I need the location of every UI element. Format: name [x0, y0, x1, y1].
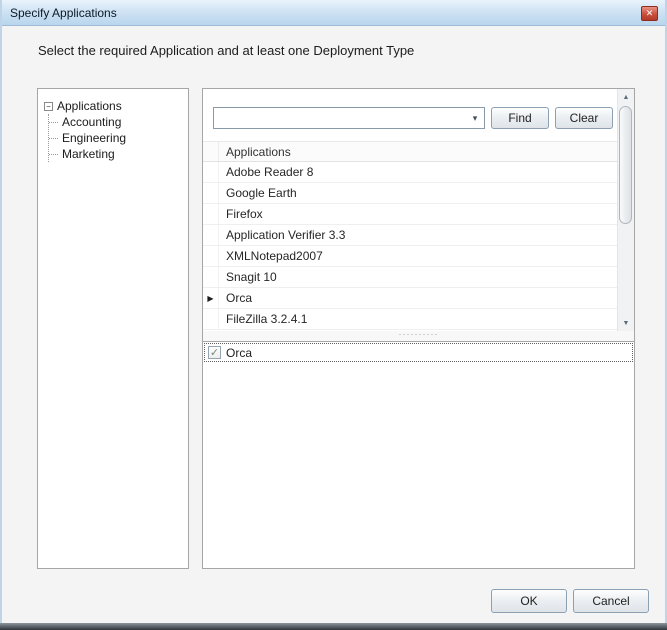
- row-selector-cell: [203, 162, 219, 182]
- scroll-down-icon[interactable]: ▼: [618, 315, 634, 331]
- chevron-down-icon[interactable]: ▾: [466, 108, 484, 128]
- tree-connector-line: [49, 154, 58, 155]
- grid-row[interactable]: Firefox: [203, 204, 617, 225]
- application-name: Orca: [219, 288, 252, 308]
- application-name: Adobe Reader 8: [219, 162, 313, 182]
- row-selector-cell: [203, 309, 219, 329]
- tree-root-node[interactable]: − Applications: [44, 98, 182, 114]
- grid-row[interactable]: Adobe Reader 8: [203, 162, 617, 183]
- selected-item-label: Orca: [226, 346, 252, 360]
- grid-body: Adobe Reader 8Google EarthFirefoxApplica…: [203, 162, 617, 330]
- tree-connector-line: [49, 122, 58, 123]
- collapse-icon[interactable]: −: [44, 102, 53, 111]
- ok-button[interactable]: OK: [491, 589, 567, 613]
- tree-item-label: Engineering: [62, 131, 126, 145]
- row-selector-cell: [203, 225, 219, 245]
- grid-row[interactable]: Snagit 10: [203, 267, 617, 288]
- row-selector-icon: ▶: [203, 288, 219, 308]
- grid-row[interactable]: Google Earth: [203, 183, 617, 204]
- application-name: Firefox: [219, 204, 263, 224]
- grid-row[interactable]: Application Verifier 3.3: [203, 225, 617, 246]
- tree-panel: − Applications Accounting Engineering Mark…: [37, 88, 189, 569]
- selected-list-item[interactable]: ✓ Orca: [204, 343, 633, 362]
- tree-connector-line: [49, 138, 58, 139]
- cancel-button[interactable]: Cancel: [573, 589, 649, 613]
- grid-row[interactable]: FileZilla 3.2.4.1: [203, 309, 617, 330]
- grid-header: Applications: [203, 141, 617, 162]
- checkbox-icon[interactable]: ✓: [208, 346, 221, 359]
- search-combo[interactable]: ▾: [213, 107, 485, 129]
- tree-root-label: Applications: [57, 99, 122, 113]
- close-icon[interactable]: ✕: [641, 6, 658, 21]
- scroll-up-icon[interactable]: ▲: [618, 89, 634, 105]
- grid-column-header: Applications: [219, 142, 291, 161]
- find-button[interactable]: Find: [491, 107, 549, 129]
- tree-children: Accounting Engineering Marketing: [48, 114, 182, 162]
- title-bar: Specify Applications ✕: [2, 0, 665, 26]
- tree-item-engineering[interactable]: Engineering: [49, 130, 182, 146]
- application-name: FileZilla 3.2.4.1: [219, 309, 307, 329]
- scrollbar-thumb[interactable]: [619, 106, 632, 224]
- window-bottom-edge: [0, 623, 667, 630]
- row-selector-cell: [203, 183, 219, 203]
- row-selector-cell: [203, 267, 219, 287]
- grid-row[interactable]: XMLNotepad2007: [203, 246, 617, 267]
- application-name: Snagit 10: [219, 267, 277, 287]
- selected-applications-list: ✓ Orca: [203, 341, 634, 568]
- row-selector-cell: [203, 246, 219, 266]
- application-name: Application Verifier 3.3: [219, 225, 345, 245]
- row-selector-cell: [203, 204, 219, 224]
- application-name: Google Earth: [219, 183, 297, 203]
- search-input[interactable]: [216, 109, 464, 127]
- tree-item-label: Marketing: [62, 147, 115, 161]
- application-name: XMLNotepad2007: [219, 246, 323, 266]
- clear-button[interactable]: Clear: [555, 107, 613, 129]
- vertical-scrollbar[interactable]: ▲ ▼: [617, 89, 634, 331]
- applications-panel: ▾ Find Clear Applications Adobe Reader 8…: [202, 88, 635, 569]
- instruction-text: Select the required Application and at l…: [38, 43, 414, 58]
- grid-row[interactable]: ▶Orca: [203, 288, 617, 309]
- tree-item-accounting[interactable]: Accounting: [49, 114, 182, 130]
- tree-item-marketing[interactable]: Marketing: [49, 146, 182, 162]
- window-title: Specify Applications: [10, 0, 117, 26]
- tree-item-label: Accounting: [62, 115, 121, 129]
- applications-grid: Applications Adobe Reader 8Google EarthF…: [203, 141, 617, 330]
- splitter-handle[interactable]: ··········: [203, 331, 634, 341]
- grid-corner-cell: [203, 142, 219, 161]
